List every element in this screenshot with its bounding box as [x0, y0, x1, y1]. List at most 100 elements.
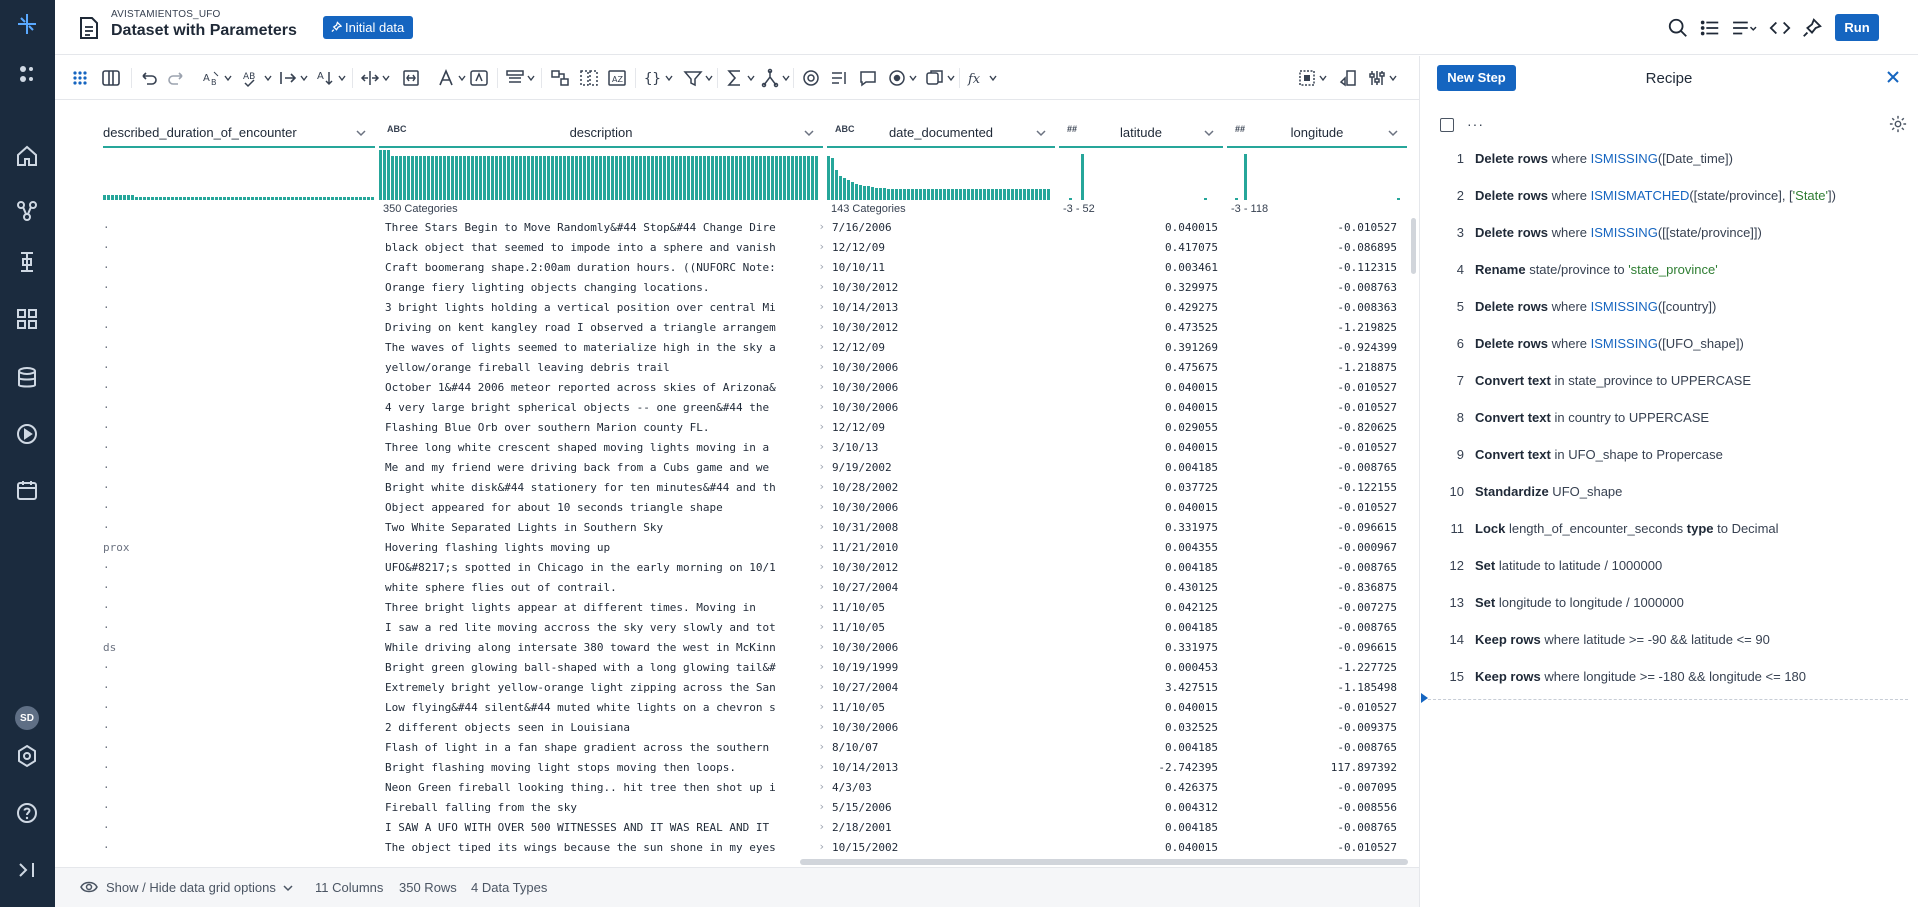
cell-latitude[interactable]: 0.040015 [1063, 701, 1218, 714]
cell-latitude[interactable]: 0.003461 [1063, 261, 1218, 274]
cell-duration[interactable]: · [103, 461, 303, 474]
cell-duration[interactable]: · [103, 561, 303, 574]
select-all-checkbox[interactable] [1440, 118, 1454, 132]
table-row[interactable]: · Neon Green fireball looking thing.. hit… [103, 778, 1408, 798]
cell-longitude[interactable]: -1.219825 [1227, 321, 1397, 334]
cell-longitude[interactable]: -0.122155 [1227, 481, 1397, 494]
cell-latitude[interactable]: 3.427515 [1063, 681, 1218, 694]
grid-options-toggle[interactable]: Show / Hide data grid options [106, 880, 276, 895]
code-icon[interactable] [1768, 16, 1792, 40]
expand-arrow-icon[interactable]: › [818, 741, 825, 753]
flows-icon[interactable] [14, 61, 40, 87]
expand-arrow-icon[interactable]: › [818, 701, 825, 713]
comment-icon[interactable] [858, 66, 878, 90]
columns-view-icon[interactable] [101, 66, 121, 90]
cell-latitude[interactable]: 0.000453 [1063, 661, 1218, 674]
cell-duration[interactable]: ds [103, 641, 303, 654]
chevron-down-icon[interactable] [803, 128, 815, 138]
recipe-step[interactable]: 10 Standardize UFO_shape [1420, 484, 1918, 521]
cell-duration[interactable]: · [103, 761, 303, 774]
undo-icon[interactable] [139, 66, 159, 90]
cell-longitude[interactable]: 117.897392 [1227, 761, 1397, 774]
table-row[interactable]: · Me and my friend were driving back from… [103, 458, 1408, 478]
redo-icon[interactable] [166, 66, 186, 90]
gear-icon[interactable] [1889, 115, 1907, 133]
cell-date[interactable]: 11/10/05 [832, 601, 1012, 614]
expand-arrow-icon[interactable]: › [818, 821, 825, 833]
cell-longitude[interactable]: -0.010527 [1227, 221, 1397, 234]
expand-arrow-icon[interactable]: › [818, 321, 825, 333]
expand-arrow-icon[interactable]: › [818, 801, 825, 813]
cell-duration[interactable]: · [103, 721, 303, 734]
cell-latitude[interactable]: 0.040015 [1063, 841, 1218, 854]
cell-duration[interactable]: · [103, 281, 303, 294]
expand-arrow-icon[interactable]: › [818, 501, 825, 513]
table-row[interactable]: · The object tiped its wings because the … [103, 838, 1408, 858]
cell-description[interactable]: Driving on kent kangley road I observed … [385, 321, 825, 334]
cell-date[interactable]: 10/28/2002 [832, 481, 1012, 494]
cell-latitude[interactable]: 0.429275 [1063, 301, 1218, 314]
cell-date[interactable]: 10/19/1999 [832, 661, 1012, 674]
cell-longitude[interactable]: -0.008556 [1227, 801, 1397, 814]
expand-arrow-icon[interactable]: › [818, 621, 825, 633]
cell-description[interactable]: The object tiped its wings because the s… [385, 841, 825, 854]
breadcrumb[interactable]: AVISTAMIENTOS_UFO [111, 9, 221, 20]
cell-longitude[interactable]: -0.009375 [1227, 721, 1397, 734]
pivot-icon[interactable] [760, 66, 790, 90]
cell-latitude[interactable]: 0.004185 [1063, 461, 1218, 474]
plans-icon[interactable] [14, 249, 40, 275]
vertical-scrollbar[interactable] [1411, 218, 1416, 274]
cell-date[interactable]: 12/12/09 [832, 241, 1012, 254]
column-header-description[interactable]: ABC description [379, 118, 823, 148]
cell-latitude[interactable]: 0.417075 [1063, 241, 1218, 254]
table-row[interactable]: · The waves of lights seemed to materiali… [103, 338, 1408, 358]
cell-longitude[interactable]: -0.086895 [1227, 241, 1397, 254]
expand-arrow-icon[interactable]: › [818, 281, 825, 293]
cell-description[interactable]: Low flying&#44 silent&#44 muted white li… [385, 701, 825, 714]
expand-arrow-icon[interactable]: › [818, 781, 825, 793]
table-row[interactable]: · Three Stars Begin to Move Randomly&#44 … [103, 218, 1408, 238]
cell-date[interactable]: 3/10/13 [832, 441, 1012, 454]
cell-date[interactable]: 11/10/05 [832, 701, 1012, 714]
cell-latitude[interactable]: 0.329975 [1063, 281, 1218, 294]
cell-description[interactable]: UFO&#8217;s spotted in Chicago in the ea… [385, 561, 825, 574]
grid-view-icon[interactable] [70, 66, 90, 90]
cell-duration[interactable]: · [103, 501, 303, 514]
cell-duration[interactable]: · [103, 741, 303, 754]
expand-arrow-icon[interactable]: › [818, 301, 825, 313]
cell-description[interactable]: The waves of lights seemed to materializ… [385, 341, 825, 354]
move-column-icon[interactable] [278, 66, 308, 90]
cell-description[interactable]: Extremely bright yellow-orange light zip… [385, 681, 825, 694]
cell-date[interactable]: 10/30/2012 [832, 321, 1012, 334]
profile-icon[interactable] [829, 66, 849, 90]
table-row[interactable]: · 2 different objects seen in Louisiana › 1… [103, 718, 1408, 738]
recipe-step[interactable]: 3 Delete rows where ISMISSING([[state/pro… [1420, 225, 1918, 262]
cell-date[interactable]: 5/15/2006 [832, 801, 1012, 814]
cell-duration[interactable]: · [103, 701, 303, 714]
cell-duration[interactable]: prox [103, 541, 303, 554]
recipe-step[interactable]: 4 Rename state/province to 'state_provinc… [1420, 262, 1918, 299]
cell-date[interactable]: 10/27/2004 [832, 681, 1012, 694]
table-row[interactable]: · 4 very large bright spherical objects -… [103, 398, 1408, 418]
cell-longitude[interactable]: -1.227725 [1227, 661, 1397, 674]
recipe-step[interactable]: 12 Set latitude to latitude / 1000000 [1420, 558, 1918, 595]
cell-latitude[interactable]: 0.040015 [1063, 441, 1218, 454]
home-icon[interactable] [14, 143, 40, 169]
cell-description[interactable]: 3 bright lights holding a vertical posit… [385, 301, 825, 314]
avatar[interactable]: SD [15, 706, 39, 730]
cell-description[interactable]: Craft boomerang shape.2:00am duration ho… [385, 261, 825, 274]
type-convert-icon[interactable]: AB [202, 66, 232, 90]
cell-longitude[interactable]: -0.836875 [1227, 581, 1397, 594]
select-column-icon[interactable] [1297, 66, 1327, 90]
help-icon[interactable] [14, 800, 40, 826]
cell-description[interactable]: Fireball falling from the sky › [385, 801, 825, 814]
cell-latitude[interactable]: 0.040015 [1063, 221, 1218, 234]
expand-arrow-icon[interactable]: › [818, 681, 825, 693]
cell-duration[interactable]: · [103, 401, 303, 414]
cell-latitude[interactable]: 0.004185 [1063, 621, 1218, 634]
cell-duration[interactable]: · [103, 361, 303, 374]
nest-icon[interactable]: {} [643, 66, 673, 90]
expand-arrow-icon[interactable]: › [818, 421, 825, 433]
table-row[interactable]: prox Hovering flashing lights moving up › 1… [103, 538, 1408, 558]
chevron-down-icon[interactable] [1387, 128, 1399, 138]
